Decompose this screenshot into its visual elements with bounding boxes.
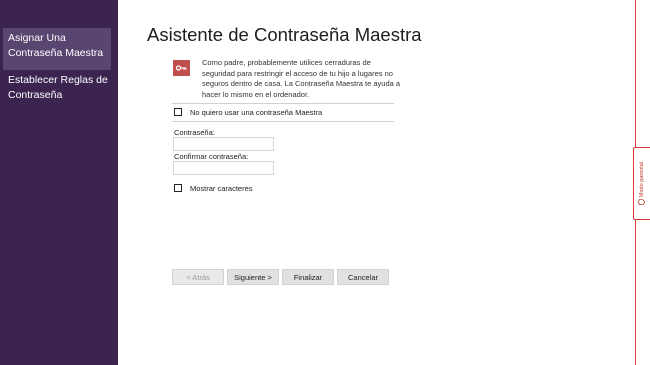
divider [172,103,394,104]
divider [172,121,394,122]
confirm-password-field[interactable] [173,161,274,175]
page-title: Asistente de Contraseña Maestra [147,24,422,45]
show-characters-checkbox[interactable] [174,184,182,192]
no-master-password-checkbox[interactable] [174,108,182,116]
wizard-main: Asistente de Contraseña Maestra Como pad… [118,0,650,365]
finish-button[interactable]: Finalizar [282,269,334,285]
no-master-password-option[interactable]: No quiero usar una contraseña Maestra [174,106,322,118]
next-button[interactable]: Siguiente > [227,269,279,285]
confirm-password-label: Confirmar contraseña: [174,152,249,161]
parental-mode-label: Modo parental [638,161,645,198]
sidebar-step-set-password-rules[interactable]: Establecer Reglas de Contraseña [3,72,111,103]
wizard-description: Como padre, probablemente utilices cerra… [202,58,401,99]
wizard-sidebar: Asignar Una Contraseña Maestra Establece… [0,0,118,365]
cancel-button[interactable]: Cancelar [337,269,389,285]
edge-divider [635,220,636,365]
key-icon [173,60,190,76]
edge-divider [635,0,636,147]
show-characters-label: Mostrar caracteres [190,183,253,193]
shield-icon [638,199,646,206]
password-label: Contraseña: [174,128,215,137]
back-button[interactable]: < Atrás [172,269,224,285]
no-master-password-label: No quiero usar una contraseña Maestra [190,107,323,117]
show-characters-option[interactable]: Mostrar caracteres [174,182,253,194]
parental-mode-tab[interactable]: Modo parental [633,147,650,220]
password-field[interactable] [173,137,274,151]
sidebar-step-assign-master-password[interactable]: Asignar Una Contraseña Maestra [3,28,111,70]
